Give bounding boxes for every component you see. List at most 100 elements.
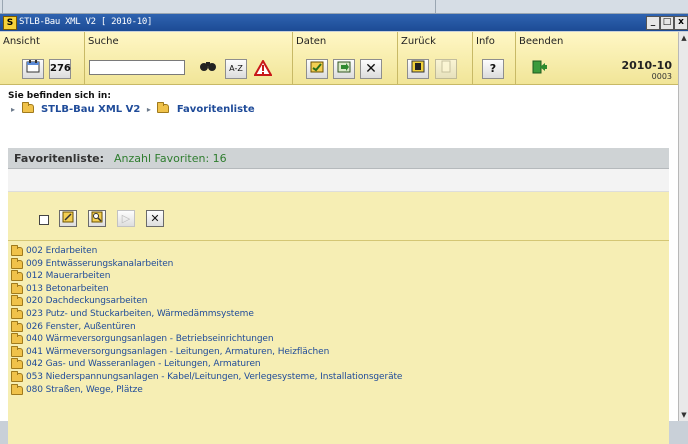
toolbar-group-zurueck: Zurück <box>398 32 473 84</box>
binoculars-icon <box>200 62 216 75</box>
folder-icon <box>11 345 23 357</box>
folder-icon <box>11 282 23 294</box>
toolbar-group-suche: Suche A-Z <box>85 32 293 84</box>
favorite-item[interactable]: 002 Erdarbeiten <box>8 245 669 258</box>
folder-icon <box>11 307 23 319</box>
warning-icon <box>253 58 273 79</box>
delete-data-button[interactable]: ✕ <box>360 59 382 79</box>
edit-note-icon <box>62 211 74 226</box>
app-window: Ansicht 276 Suche A-Z Daten ✕ Zurück Inf… <box>0 32 678 444</box>
breadcrumb-arrow-icon: ▸ <box>11 105 16 114</box>
edit-favorite-button[interactable] <box>59 210 77 227</box>
favorite-item[interactable]: 012 Mauerarbeiten <box>8 270 669 283</box>
location-panel: Sie befinden sich in: ▸ STLB-Bau XML V2 … <box>8 91 255 115</box>
favorites-header: Favoritenliste: Anzahl Favoriten: 16 <box>8 148 669 169</box>
import-icon <box>337 61 351 76</box>
favorite-item-label: 020 Dachdeckungsarbeiten <box>26 296 148 307</box>
main-toolbar: Ansicht 276 Suche A-Z Daten ✕ Zurück Inf… <box>0 32 678 85</box>
folder-icon <box>11 270 23 282</box>
folder-icon <box>157 102 170 113</box>
import-data-button[interactable] <box>333 59 355 79</box>
view-276-button[interactable]: 276 <box>49 59 71 79</box>
folder-open-icon <box>310 61 324 76</box>
arrow-right-icon: ▷ <box>121 212 131 225</box>
favorite-item[interactable]: 040 Wärmeversorgungsanlagen - Betriebsei… <box>8 333 669 346</box>
folder-icon <box>11 257 23 269</box>
breadcrumb-item-favoritenliste[interactable]: Favoritenliste <box>177 104 255 115</box>
remove-favorite-button[interactable]: ✕ <box>146 210 164 227</box>
minimize-button[interactable]: _ <box>646 16 660 30</box>
favorites-title: Favoritenliste: <box>14 152 104 165</box>
favorite-item[interactable]: 020 Dachdeckungsarbeiten <box>8 295 669 308</box>
page-icon <box>440 60 452 76</box>
close-x-icon: ✕ <box>150 212 160 225</box>
outer-top-strip <box>0 0 688 14</box>
exit-button[interactable] <box>529 59 551 79</box>
calendar-view-button[interactable] <box>22 59 44 79</box>
toolbar-group-info: Info ? <box>473 32 516 84</box>
toolbar-group-beenden: Beenden 2010-10 0003 <box>516 32 678 84</box>
calendar-icon <box>26 60 40 76</box>
az-index-button[interactable]: A-Z <box>225 59 247 79</box>
back-button[interactable] <box>407 59 429 79</box>
favorite-item-label: 013 Betonarbeiten <box>26 283 109 294</box>
version-label: 2010-10 <box>621 59 673 72</box>
favorite-item[interactable]: 041 Wärmeversorgungsanlagen - Leitungen,… <box>8 345 669 359</box>
location-label: Sie befinden sich in: <box>8 91 111 101</box>
open-data-button[interactable] <box>306 59 328 79</box>
scroll-up-arrow-icon[interactable]: ▲ <box>680 34 688 42</box>
favorite-item[interactable]: 023 Putz- und Stuckarbeiten, Wärmedämmsy… <box>8 307 669 321</box>
favorites-count: Anzahl Favoriten: 16 <box>114 152 227 165</box>
window-titlebar[interactable]: S STLB-Bau XML V2 [ 2010-10] _ □ x <box>0 14 688 31</box>
favorites-spacer <box>8 169 669 192</box>
favorite-item[interactable]: 026 Fenster, Außentüren <box>8 320 669 334</box>
app-icon: S <box>3 16 17 30</box>
breadcrumb-arrow-icon: ▸ <box>146 105 151 114</box>
favorite-item-label: 026 Fenster, Außentüren <box>26 321 136 332</box>
magnifier-note-icon <box>91 211 103 226</box>
favorite-item-label: 040 Wärmeversorgungsanlagen - Betriebsei… <box>26 334 274 345</box>
maximize-button[interactable]: □ <box>660 16 674 30</box>
search-favorite-button[interactable] <box>88 210 106 227</box>
folder-icon <box>11 358 23 370</box>
search-input[interactable] <box>89 60 185 75</box>
folder-icon <box>11 320 23 332</box>
favorite-item-label: 002 Erdarbeiten <box>26 246 98 256</box>
move-favorite-button[interactable]: ▷ <box>117 210 135 227</box>
favorite-item-label: 042 Gas- und Wasseranlagen - Leitungen, … <box>26 359 261 370</box>
select-all-checkbox[interactable] <box>39 215 49 225</box>
favorite-item-label: 053 Niederspannungsanlagen - Kabel/Leitu… <box>26 371 403 382</box>
forward-button[interactable] <box>435 59 457 79</box>
help-button[interactable]: ? <box>482 59 504 79</box>
binoculars-search-button[interactable] <box>197 59 219 79</box>
favorite-item[interactable]: 080 Straßen, Wege, Plätze <box>8 383 669 397</box>
favorite-item-label: 012 Mauerarbeiten <box>26 271 111 282</box>
stlb-logo-icon <box>411 60 425 76</box>
favorite-item-label: 041 Wärmeversorgungsanlagen - Leitungen,… <box>26 346 330 357</box>
favorite-item[interactable]: 042 Gas- und Wasseranlagen - Leitungen, … <box>8 358 669 371</box>
favorite-item[interactable]: 009 Entwässerungskanalarbeiten <box>8 257 669 271</box>
group-label: Beenden <box>519 36 564 47</box>
warning-button[interactable] <box>252 58 274 79</box>
favorite-item-label: 080 Straßen, Wege, Plätze <box>26 384 143 395</box>
folder-icon <box>11 370 23 382</box>
strip-divider <box>2 0 3 13</box>
group-label: Info <box>476 36 495 47</box>
folder-icon <box>11 245 23 256</box>
favorite-item[interactable]: 013 Betonarbeiten <box>8 282 669 296</box>
favorite-item-label: 009 Entwässerungskanalarbeiten <box>26 258 174 269</box>
version-display: 2010-10 0003 <box>622 59 673 81</box>
toolbar-group-ansicht: Ansicht 276 <box>0 32 85 84</box>
group-label: Zurück <box>401 36 436 47</box>
folder-icon <box>21 102 34 113</box>
breadcrumb-item-home[interactable]: STLB-Bau XML V2 <box>41 104 140 115</box>
close-x-icon: ✕ <box>365 61 377 77</box>
group-label: Daten <box>296 36 327 47</box>
favorite-item[interactable]: 053 Niederspannungsanlagen - Kabel/Leitu… <box>8 370 669 384</box>
toolbar-group-daten: Daten ✕ <box>293 32 398 84</box>
group-label: Suche <box>88 36 119 47</box>
vertical-scrollbar[interactable]: ▲ ▼ <box>678 32 688 421</box>
strip-divider <box>435 0 436 13</box>
scroll-down-arrow-icon[interactable]: ▼ <box>680 411 688 419</box>
close-button[interactable]: x <box>674 16 688 30</box>
